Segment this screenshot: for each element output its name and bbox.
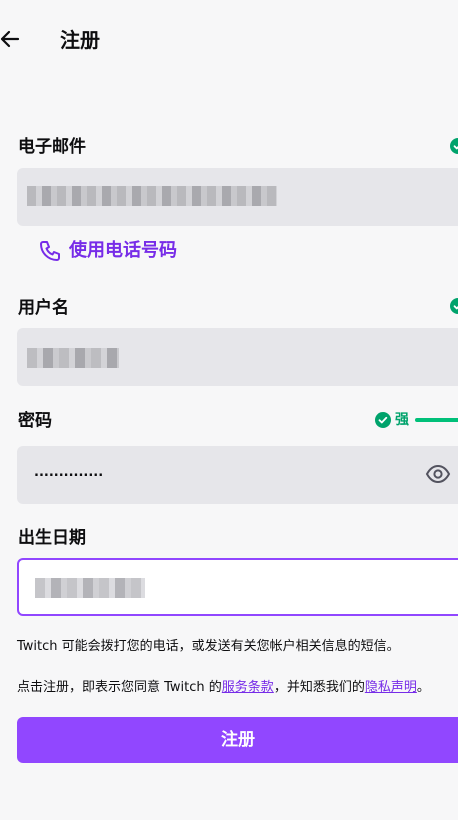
terms-of-service-link[interactable]: 服务条款 bbox=[222, 680, 274, 695]
terms-middle: ，并知悉我们的 bbox=[273, 680, 365, 695]
username-field[interactable] bbox=[17, 328, 458, 386]
redacted-username-value bbox=[27, 348, 119, 368]
terms-notice: 点击注册，即表示您同意 Twitch 的服务条款，并知悉我们的隐私声明。 bbox=[17, 678, 430, 698]
check-circle-icon bbox=[450, 298, 458, 314]
check-circle-icon bbox=[450, 138, 458, 154]
eye-icon bbox=[425, 464, 451, 484]
check-circle-icon bbox=[375, 412, 391, 428]
phone-icon bbox=[40, 241, 60, 261]
password-label: 密码 bbox=[18, 411, 52, 431]
terms-prefix: 点击注册，即表示您同意 Twitch 的 bbox=[17, 680, 222, 695]
privacy-notice-link[interactable]: 隐私声明 bbox=[365, 680, 417, 695]
password-strength-bar bbox=[415, 418, 458, 422]
birthdate-field[interactable] bbox=[17, 558, 458, 616]
password-strength-meter: 强 bbox=[375, 409, 458, 431]
email-label: 电子邮件 bbox=[18, 137, 86, 157]
show-password-button[interactable] bbox=[425, 463, 451, 485]
email-field[interactable] bbox=[17, 168, 458, 226]
arrow-left-icon bbox=[0, 30, 20, 48]
sign-up-button[interactable]: 注册 bbox=[17, 717, 458, 763]
username-label: 用户名 bbox=[18, 298, 69, 318]
back-button[interactable] bbox=[0, 27, 22, 51]
redacted-birthdate-value bbox=[35, 578, 145, 598]
redacted-email-value bbox=[27, 186, 277, 206]
use-phone-number-label: 使用电话号码 bbox=[69, 240, 177, 261]
terms-suffix: 。 bbox=[416, 680, 430, 695]
password-value: .............. bbox=[34, 465, 104, 480]
sms-notice: Twitch 可能会拨打您的电话，或发送有关您帐户相关信息的短信。 bbox=[17, 639, 400, 654]
sign-up-button-label: 注册 bbox=[221, 730, 255, 750]
birthdate-label: 出生日期 bbox=[18, 528, 86, 548]
page-title: 注册 bbox=[60, 28, 100, 52]
password-strength-label: 强 bbox=[395, 412, 409, 428]
top-bar: 注册 bbox=[0, 0, 458, 80]
